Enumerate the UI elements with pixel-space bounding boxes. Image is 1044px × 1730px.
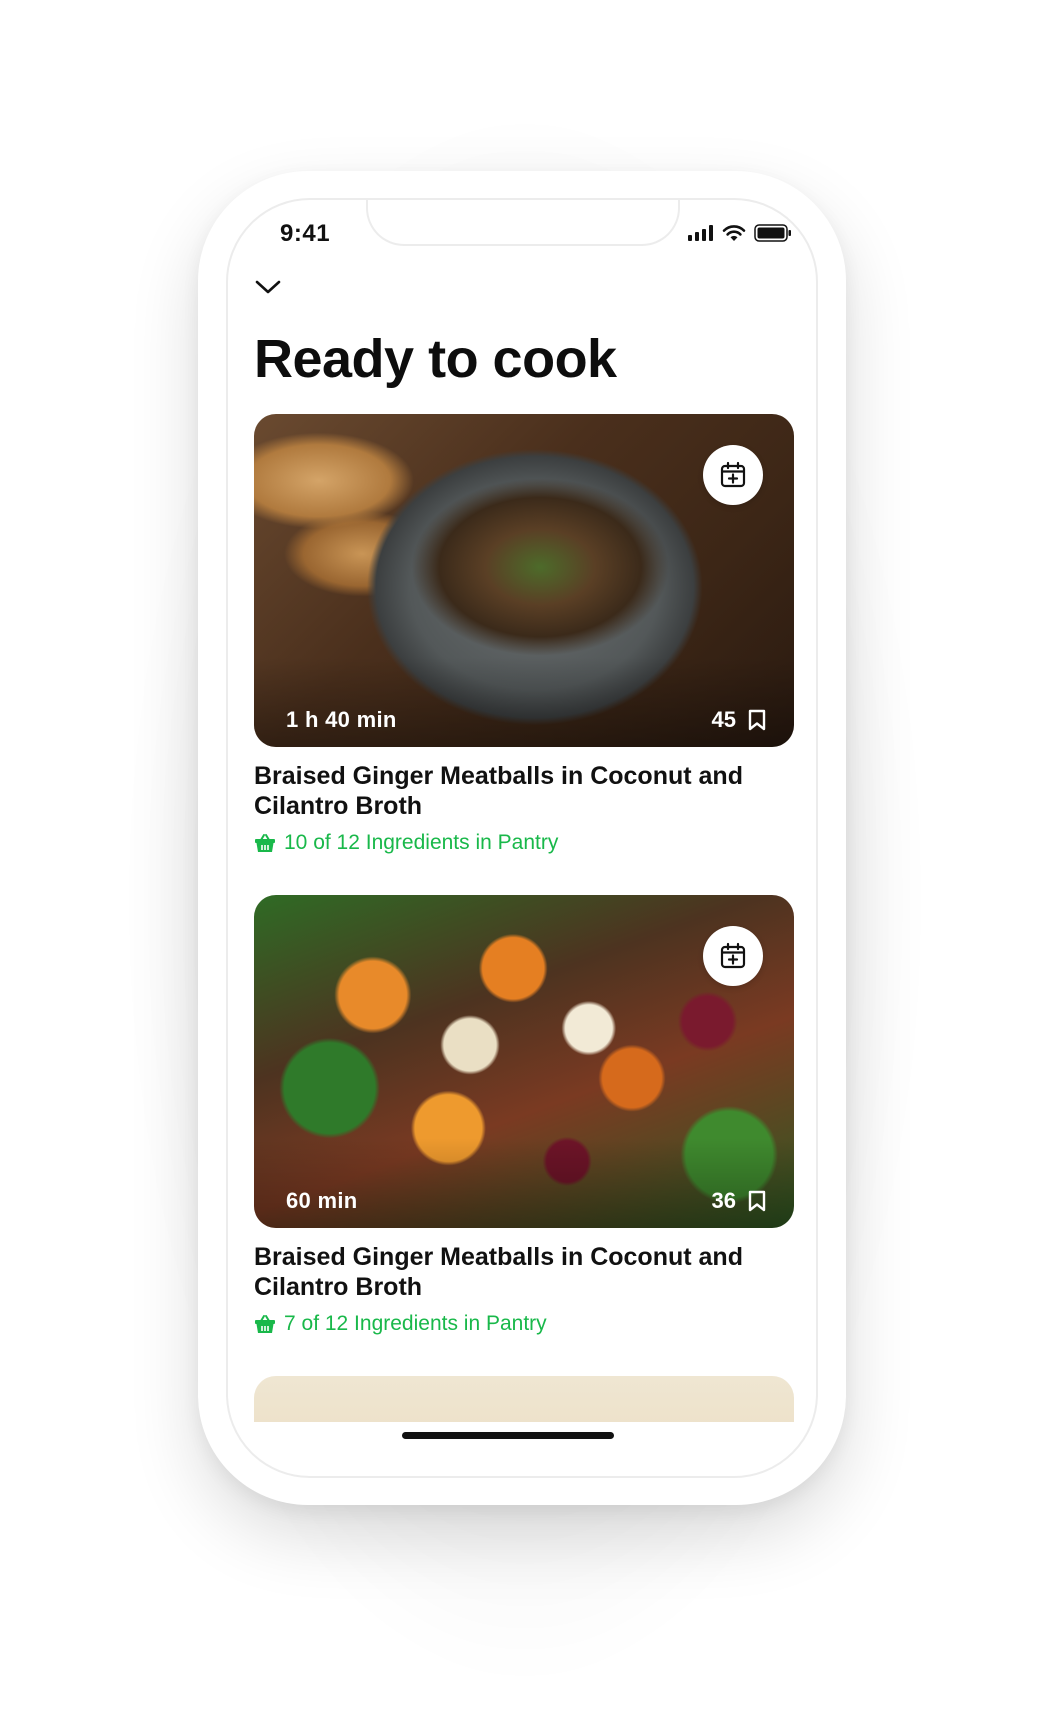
saves-count: 45	[711, 707, 736, 732]
phone-screen: 9:41 Ready to cook 1 h 40 min 45 Braised…	[226, 198, 818, 1478]
recipe-card[interactable]	[254, 1376, 794, 1422]
saves-counter[interactable]: 45	[712, 707, 766, 733]
recipe-image[interactable]	[254, 1376, 794, 1422]
notch	[366, 200, 680, 246]
add-to-calendar-button[interactable]	[703, 926, 763, 986]
cook-duration: 1 h 40 min	[286, 707, 397, 732]
saves-counter[interactable]: 36	[712, 1188, 766, 1214]
pantry-status: 10 of 12 Ingredients in Pantry	[254, 831, 794, 855]
saves-count: 36	[711, 1188, 736, 1213]
pantry-count: 10 of 12 Ingredients in Pantry	[284, 831, 559, 854]
pantry-count: 7 of 12 Ingredients in Pantry	[284, 1312, 547, 1335]
recipe-card[interactable]: 60 min 36 Braised Ginger Meatballs in Co…	[254, 895, 794, 1336]
status-time: 9:41	[280, 220, 331, 247]
wifi-icon	[722, 224, 746, 241]
chevron-down-icon[interactable]	[254, 276, 282, 298]
home-indicator[interactable]	[402, 1432, 614, 1439]
status-icons	[688, 224, 792, 242]
bookmark-icon[interactable]	[748, 1190, 766, 1212]
pantry-status: 7 of 12 Ingredients in Pantry	[254, 1312, 794, 1336]
add-to-calendar-button[interactable]	[703, 445, 763, 505]
basket-icon	[255, 834, 275, 852]
bookmark-icon[interactable]	[748, 709, 766, 731]
calendar-add-icon	[720, 942, 746, 969]
recipe-title[interactable]: Braised Ginger Meatballs in Coconut and …	[254, 1242, 774, 1302]
cook-duration: 60 min	[286, 1188, 358, 1213]
battery-icon	[754, 224, 791, 242]
cellular-signal-icon	[688, 225, 713, 241]
recipe-title[interactable]: Braised Ginger Meatballs in Coconut and …	[254, 761, 774, 821]
basket-icon	[255, 1315, 275, 1333]
recipe-image[interactable]: 1 h 40 min 45	[254, 414, 794, 747]
recipe-image[interactable]: 60 min 36	[254, 895, 794, 1228]
recipe-card[interactable]: 1 h 40 min 45 Braised Ginger Meatballs i…	[254, 414, 794, 855]
page-title: Ready to cook	[254, 329, 617, 389]
canvas: 9:41 Ready to cook 1 h 40 min 45 Braised…	[0, 0, 1044, 1730]
recipe-feed[interactable]: 1 h 40 min 45 Braised Ginger Meatballs i…	[254, 414, 794, 1422]
calendar-add-icon	[720, 461, 746, 488]
